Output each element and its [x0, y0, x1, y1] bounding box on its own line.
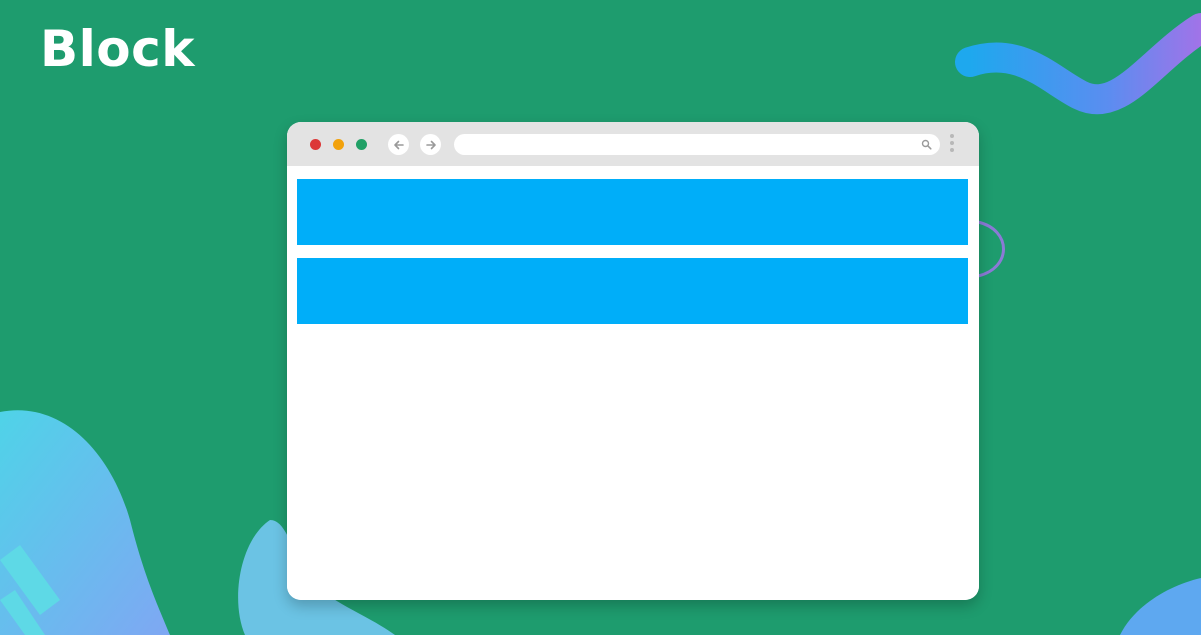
browser-window	[287, 122, 979, 600]
slide-title: Block	[40, 20, 195, 78]
left-blob-shape	[0, 410, 170, 635]
more-vertical-icon[interactable]	[949, 134, 955, 156]
close-dot[interactable]	[310, 139, 321, 150]
page-content	[287, 166, 979, 600]
arc-shape	[977, 220, 1005, 278]
forward-arrow-icon	[425, 140, 436, 149]
minimize-dot[interactable]	[333, 139, 344, 150]
browser-toolbar	[287, 122, 979, 166]
address-bar[interactable]	[454, 134, 940, 155]
wave-shape	[955, 13, 1201, 115]
block-element-1	[297, 179, 968, 245]
forward-button[interactable]	[420, 134, 441, 155]
back-button[interactable]	[388, 134, 409, 155]
back-arrow-icon	[393, 140, 404, 149]
right-blob-shape	[1120, 578, 1201, 635]
search-icon	[921, 139, 932, 150]
block-element-2	[297, 258, 968, 324]
maximize-dot[interactable]	[356, 139, 367, 150]
